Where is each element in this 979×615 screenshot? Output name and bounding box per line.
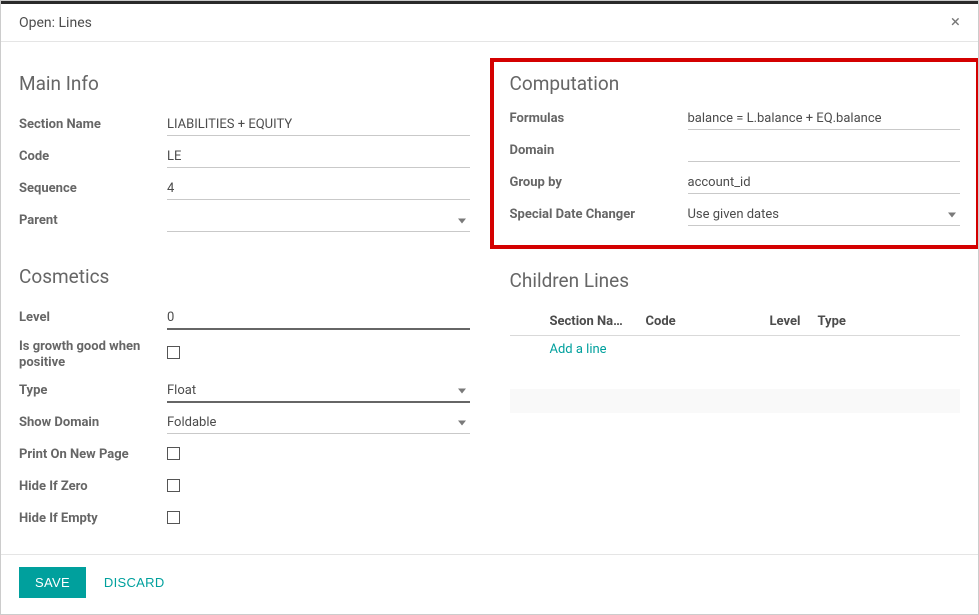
- col-level: Level: [770, 314, 818, 329]
- hide-if-empty-label: Hide If Empty: [19, 511, 167, 527]
- growth-checkbox[interactable]: [167, 346, 180, 359]
- computation-highlight: Computation Formulas Domain Group by Spe…: [490, 58, 979, 249]
- formulas-label: Formulas: [510, 111, 688, 127]
- modal-open-lines: Open: Lines × Main Info Section Name Cod…: [0, 0, 979, 615]
- children-table-head: Section Na… Code Level Type: [510, 308, 961, 336]
- level-input[interactable]: [167, 307, 470, 330]
- domain-input[interactable]: [688, 140, 961, 162]
- discard-button[interactable]: DISCARD: [104, 575, 165, 590]
- section-name-label: Section Name: [19, 117, 167, 133]
- col-type: Type: [818, 314, 961, 329]
- right-column: Computation Formulas Domain Group by Spe…: [510, 72, 961, 544]
- growth-label: Is growth good when positive: [19, 336, 167, 373]
- save-button[interactable]: SAVE: [19, 567, 86, 598]
- modal-title: Open: Lines: [19, 15, 92, 31]
- cosmetics-heading: Cosmetics: [19, 265, 470, 288]
- hide-if-zero-label: Hide If Zero: [19, 479, 167, 495]
- code-label: Code: [19, 149, 167, 165]
- groupby-input[interactable]: [688, 172, 961, 194]
- children-lines-heading: Children Lines: [510, 269, 961, 292]
- type-select[interactable]: [167, 380, 470, 403]
- parent-select[interactable]: [167, 210, 470, 232]
- show-domain-select[interactable]: [167, 412, 470, 434]
- main-info-heading: Main Info: [19, 72, 470, 95]
- close-icon[interactable]: ×: [951, 14, 960, 31]
- parent-label: Parent: [19, 213, 167, 229]
- add-line-link[interactable]: Add a line: [550, 342, 607, 357]
- formulas-input[interactable]: [688, 108, 961, 130]
- modal-body: Main Info Section Name Code Sequence Par…: [1, 42, 978, 554]
- level-label: Level: [19, 310, 167, 326]
- children-table: Section Na… Code Level Type Add a line: [510, 308, 961, 363]
- hide-if-empty-checkbox[interactable]: [167, 511, 180, 524]
- empty-strip: [510, 389, 961, 413]
- groupby-label: Group by: [510, 175, 688, 191]
- section-name-input[interactable]: [167, 114, 470, 136]
- domain-label: Domain: [510, 143, 688, 159]
- section-children-lines: Children Lines Section Na… Code Level Ty…: [510, 269, 961, 413]
- modal-header: Open: Lines ×: [1, 4, 978, 42]
- left-column: Main Info Section Name Code Sequence Par…: [19, 72, 470, 544]
- computation-heading: Computation: [510, 72, 961, 95]
- print-new-page-checkbox[interactable]: [167, 447, 180, 460]
- type-label: Type: [19, 383, 167, 399]
- col-section-name: Section Na…: [550, 314, 646, 329]
- code-input[interactable]: [167, 146, 470, 168]
- sequence-input[interactable]: [167, 178, 470, 200]
- section-cosmetics: Cosmetics Level Is growth good when posi…: [19, 265, 470, 533]
- show-domain-label: Show Domain: [19, 415, 167, 431]
- table-row: Add a line: [510, 336, 961, 363]
- modal-footer: SAVE DISCARD: [1, 554, 978, 614]
- print-new-page-label: Print On New Page: [19, 447, 167, 463]
- hide-if-zero-checkbox[interactable]: [167, 479, 180, 492]
- col-code: Code: [646, 314, 770, 329]
- date-changer-label: Special Date Changer: [510, 207, 688, 223]
- sequence-label: Sequence: [19, 181, 167, 197]
- section-main-info: Main Info Section Name Code Sequence Par…: [19, 72, 470, 235]
- date-changer-select[interactable]: [688, 204, 961, 226]
